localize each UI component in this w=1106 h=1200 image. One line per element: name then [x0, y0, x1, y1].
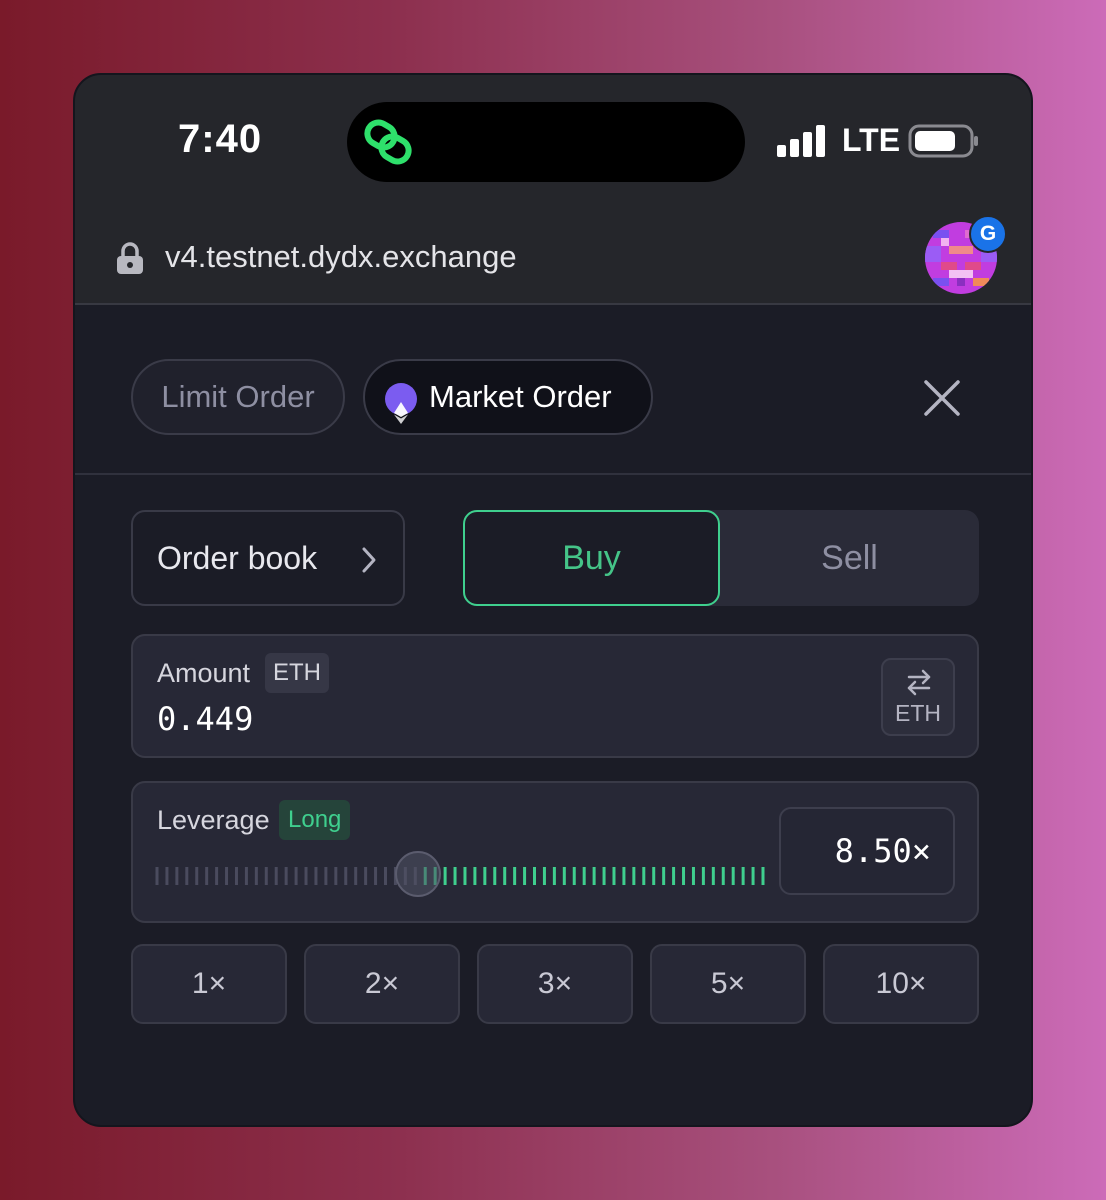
order-book-label: Order book: [157, 540, 318, 576]
status-time: 7:40: [178, 117, 263, 161]
browser-url-bar[interactable]: v4.testnet.dydx.exchange G: [75, 205, 1031, 305]
preset-3x-button[interactable]: 3×: [477, 944, 633, 1024]
swap-unit-label: ETH: [895, 700, 941, 726]
order-book-button[interactable]: Order book: [131, 510, 405, 606]
preset-1x-button[interactable]: 1×: [131, 944, 287, 1024]
network-type: LTE: [842, 122, 901, 158]
swap-icon: [907, 669, 931, 696]
close-icon[interactable]: [923, 379, 961, 417]
preset-2x-button[interactable]: 2×: [304, 944, 460, 1024]
buy-button[interactable]: Buy: [463, 510, 720, 606]
preset-10x-button[interactable]: 10×: [823, 944, 979, 1024]
swap-unit-button[interactable]: ETH: [881, 658, 955, 736]
leverage-panel: Leverage Long 8.50×: [131, 781, 979, 923]
leverage-label: Leverage: [157, 805, 270, 835]
tab-market-order[interactable]: Market Order: [363, 359, 653, 435]
amount-label: Amount: [157, 658, 251, 688]
dynamic-island: [347, 102, 745, 182]
preset-5x-button[interactable]: 5×: [650, 944, 806, 1024]
amount-field[interactable]: Amount ETH 0.449 ETH: [131, 634, 979, 758]
leverage-presets: 1× 2× 3× 5× 10×: [131, 944, 979, 1024]
tab-market-order-label: Market Order: [429, 379, 612, 414]
dynamic-island-link-icon: [364, 119, 412, 165]
leverage-input[interactable]: 8.50×: [779, 807, 955, 895]
sell-button[interactable]: Sell: [720, 510, 979, 606]
amount-asset-tag: ETH: [265, 653, 329, 693]
lock-icon: [117, 242, 143, 274]
tab-limit-order[interactable]: Limit Order: [131, 359, 345, 435]
signal-icon: [777, 125, 825, 157]
leverage-slider-track[interactable]: [155, 863, 765, 889]
status-bar: 7:40 LTE: [75, 75, 1031, 205]
amount-input[interactable]: 0.449: [157, 700, 253, 738]
leverage-slider-thumb[interactable]: [394, 851, 441, 897]
ethereum-icon: [385, 383, 417, 424]
url-text[interactable]: v4.testnet.dydx.exchange: [165, 239, 517, 275]
chevron-right-icon: [362, 547, 376, 573]
divider: [75, 473, 1031, 475]
battery-icon: [908, 124, 978, 158]
buy-sell-toggle: Buy Sell: [463, 510, 979, 606]
direction-badge: Long: [279, 800, 351, 840]
phone-frame: 7:40 LTE v4.testnet.dydx.exchange G Limi…: [73, 73, 1033, 1127]
profile-badge: G: [969, 215, 1007, 253]
